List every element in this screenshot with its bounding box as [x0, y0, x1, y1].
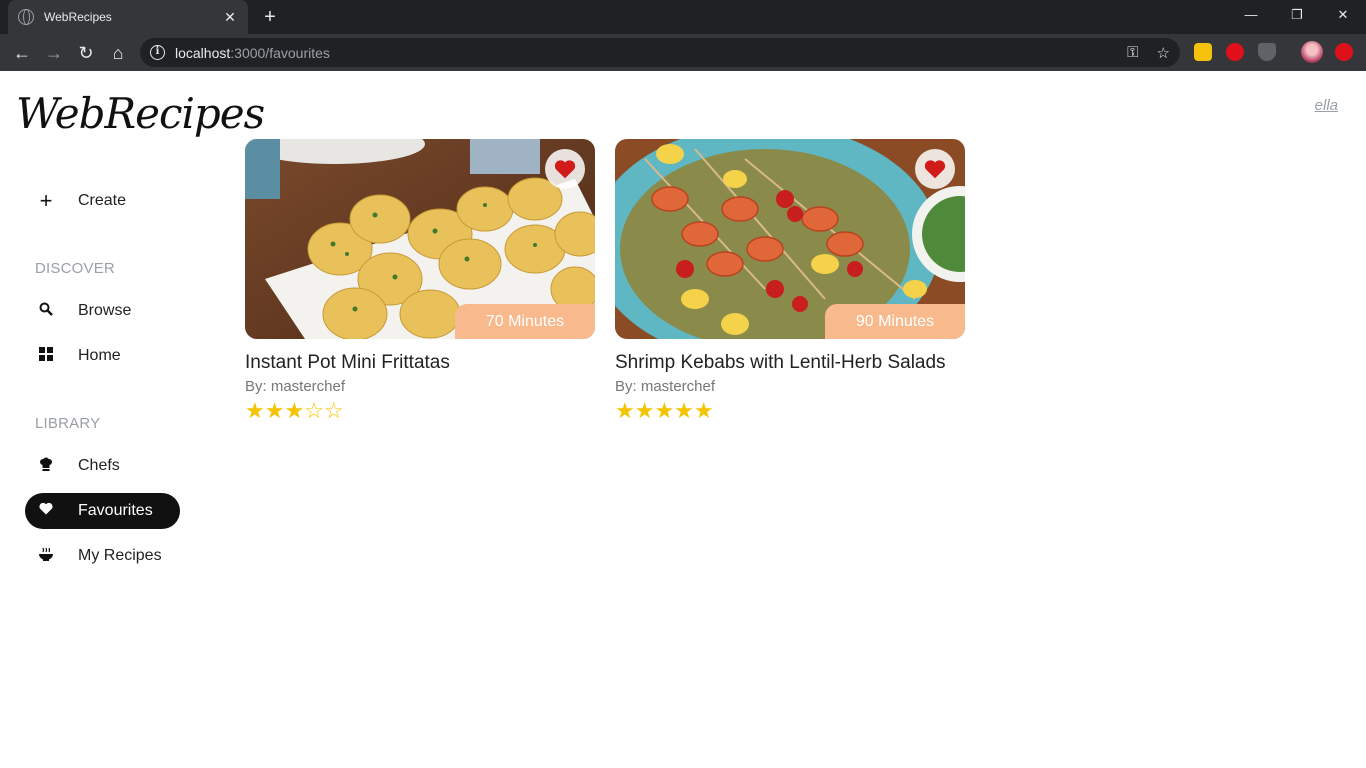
- sidebar-item-label: Home: [78, 347, 121, 364]
- grid-icon: [25, 346, 67, 366]
- user-link[interactable]: ella: [1315, 97, 1338, 114]
- sidebar-item-my-recipes[interactable]: My Recipes: [25, 538, 180, 574]
- recipe-author[interactable]: By: masterchef: [615, 378, 965, 395]
- sidebar-item-label: My Recipes: [78, 547, 162, 564]
- home-browser-icon[interactable]: ⌂: [104, 39, 132, 67]
- update-icon[interactable]: [1335, 43, 1353, 61]
- globe-icon: [18, 9, 34, 25]
- favourite-button[interactable]: [545, 149, 585, 189]
- sidebar-item-label: Chefs: [78, 457, 120, 474]
- sidebar-item-label: Favourites: [78, 502, 153, 519]
- recipe-image-frittatas[interactable]: 70 Minutes: [245, 139, 595, 339]
- address-bar[interactable]: i localhost :3000/favourites ⚿ ☆: [140, 38, 1180, 67]
- recipe-title[interactable]: Shrimp Kebabs with Lentil-Herb Salads: [615, 352, 965, 374]
- forward-icon[interactable]: →: [40, 39, 68, 67]
- favourite-button[interactable]: [915, 149, 955, 189]
- bookmark-star-icon[interactable]: ☆: [1157, 44, 1170, 62]
- sidebar-item-label: Create: [78, 192, 127, 209]
- plus-icon: +: [39, 188, 53, 213]
- section-label-library: LIBRARY: [35, 415, 101, 432]
- recipe-image-shrimp-kebabs[interactable]: 90 Minutes: [615, 139, 965, 339]
- site-logo[interactable]: WebRecipes: [16, 89, 265, 138]
- site-info-icon[interactable]: i: [150, 45, 165, 60]
- profile-avatar[interactable]: [1301, 41, 1323, 63]
- recipe-title[interactable]: Instant Pot Mini Frittatas: [245, 352, 595, 374]
- new-tab-button[interactable]: +: [258, 6, 282, 28]
- bowl-icon: [25, 547, 67, 566]
- section-label-discover: DISCOVER: [35, 260, 115, 277]
- window-close-button[interactable]: ✕: [1320, 0, 1366, 30]
- tab-title: WebRecipes: [44, 10, 112, 24]
- sidebar-item-browse[interactable]: Browse: [25, 293, 180, 329]
- cook-time-badge: 70 Minutes: [455, 304, 595, 339]
- star-rating: ★★★☆☆: [245, 398, 344, 423]
- browser-titlebar: WebRecipes ✕ + — ❐ ✕: [0, 0, 1366, 34]
- chef-hat-icon: [25, 457, 67, 476]
- search-icon: [25, 302, 67, 321]
- heart-icon: [25, 502, 67, 520]
- sidebar-item-favourites[interactable]: Favourites: [25, 493, 180, 529]
- minimize-button[interactable]: —: [1228, 0, 1274, 30]
- recipe-author[interactable]: By: masterchef: [245, 378, 595, 395]
- heart-filled-icon: [554, 160, 576, 179]
- sidebar-item-home[interactable]: Home: [25, 338, 180, 374]
- sidebar-item-label: Browse: [78, 302, 132, 319]
- password-key-icon[interactable]: ⚿: [1127, 44, 1138, 62]
- restore-button[interactable]: ❐: [1274, 0, 1320, 30]
- reload-icon[interactable]: ↻: [72, 39, 100, 67]
- browser-toolbar: ← → ↻ ⌂ i localhost :3000/favourites ⚿ ☆: [0, 34, 1366, 71]
- sidebar-item-chefs[interactable]: Chefs: [25, 448, 180, 484]
- page: WebRecipes ella + Create DISCOVER Browse…: [0, 71, 1366, 768]
- sidebar-item-create[interactable]: + Create: [25, 183, 180, 219]
- back-icon[interactable]: ←: [8, 39, 36, 67]
- heart-filled-icon: [924, 160, 946, 179]
- recipe-card[interactable]: 70 Minutes Instant Pot Mini Frittatas By…: [245, 139, 595, 424]
- url-host: localhost: [175, 44, 231, 61]
- extension-notes-icon[interactable]: [1194, 43, 1212, 61]
- tab-close-icon[interactable]: ✕: [222, 9, 238, 25]
- star-rating: ★★★★★: [615, 398, 714, 423]
- extension-adblock-icon[interactable]: [1226, 43, 1244, 61]
- extension-shield-icon[interactable]: [1258, 43, 1276, 61]
- browser-tab[interactable]: WebRecipes ✕: [8, 0, 248, 34]
- recipe-card[interactable]: 90 Minutes Shrimp Kebabs with Lentil-Her…: [615, 139, 965, 424]
- cook-time-badge: 90 Minutes: [825, 304, 965, 339]
- url-path: :3000/favourites: [230, 44, 330, 61]
